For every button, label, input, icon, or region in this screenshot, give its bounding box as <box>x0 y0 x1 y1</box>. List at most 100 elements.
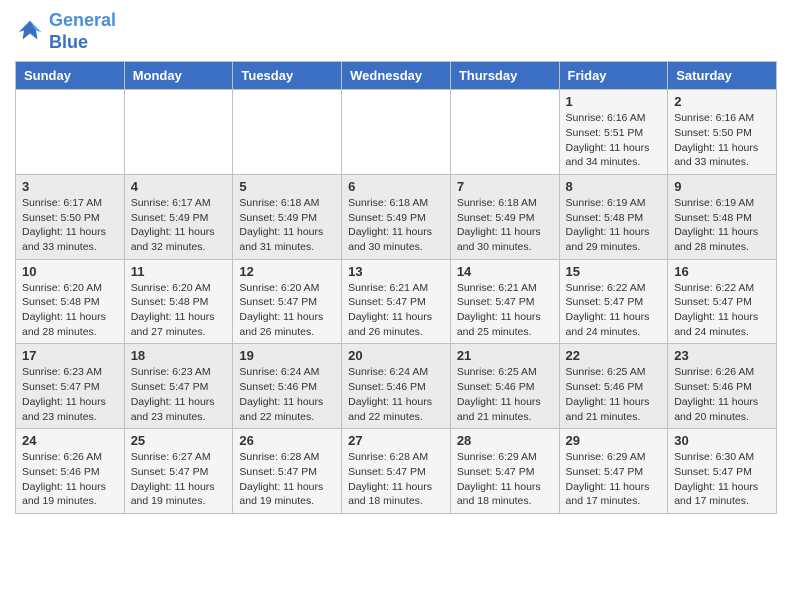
calendar-cell: 1 Sunrise: 6:16 AM Sunset: 5:51 PM Daylig… <box>559 90 668 175</box>
calendar-cell: 15Sunrise: 6:22 AM Sunset: 5:47 PM Dayli… <box>559 259 668 344</box>
logo: General Blue <box>15 10 116 53</box>
calendar-cell: 13 Sunrise: 6:21 AM Sunset: 5:47 PM Dayli… <box>342 259 451 344</box>
day-number: 20 <box>348 348 444 363</box>
calendar-cell: 22 Sunrise: 6:25 AM Sunset: 5:46 PM Dayli… <box>559 344 668 429</box>
calendar-cell: 25 Sunrise: 6:27 AM Sunset: 5:47 PM Dayli… <box>124 429 233 514</box>
calendar-cell: 3 Sunrise: 6:17 AM Sunset: 5:50 PM Daylig… <box>16 174 125 259</box>
day-info: Sunrise: 6:23 AM Sunset: 5:47 PM Dayligh… <box>22 365 118 424</box>
calendar-cell: 21 Sunrise: 6:25 AM Sunset: 5:46 PM Dayli… <box>450 344 559 429</box>
day-info: Sunrise: 6:18 AM Sunset: 5:49 PM Dayligh… <box>239 196 335 255</box>
day-info: Sunrise: 6:30 AM Sunset: 5:47 PM Dayligh… <box>674 450 770 509</box>
day-info: Sunrise: 6:21 AM Sunset: 5:47 PM Dayligh… <box>348 281 444 340</box>
weekday-header-tuesday: Tuesday <box>233 62 342 90</box>
calendar-cell: 28 Sunrise: 6:29 AM Sunset: 5:47 PM Dayli… <box>450 429 559 514</box>
day-info: Sunrise: 6:20 AM Sunset: 5:48 PM Dayligh… <box>22 281 118 340</box>
day-info: Sunrise: 6:23 AM Sunset: 5:47 PM Dayligh… <box>131 365 227 424</box>
calendar-cell: 10 Sunrise: 6:20 AM Sunset: 5:48 PM Dayli… <box>16 259 125 344</box>
day-number: 27 <box>348 433 444 448</box>
day-number: 16 <box>674 264 770 279</box>
day-number: 22 <box>566 348 662 363</box>
day-number: 29 <box>566 433 662 448</box>
day-number: 2 <box>674 94 770 109</box>
day-number: 9 <box>674 179 770 194</box>
page-container: General Blue SundayMondayTuesdayWednesda… <box>0 0 792 524</box>
calendar-week-4: 17 Sunrise: 6:23 AM Sunset: 5:47 PM Dayli… <box>16 344 777 429</box>
day-number: 26 <box>239 433 335 448</box>
calendar-cell: 17 Sunrise: 6:23 AM Sunset: 5:47 PM Dayli… <box>16 344 125 429</box>
logo-icon <box>15 17 45 47</box>
day-number: 10 <box>22 264 118 279</box>
calendar-week-1: 1 Sunrise: 6:16 AM Sunset: 5:51 PM Daylig… <box>16 90 777 175</box>
day-info: Sunrise: 6:17 AM Sunset: 5:50 PM Dayligh… <box>22 196 118 255</box>
calendar-cell: 23 Sunrise: 6:26 AM Sunset: 5:46 PM Dayli… <box>668 344 777 429</box>
calendar-cell: 11Sunrise: 6:20 AM Sunset: 5:48 PM Dayli… <box>124 259 233 344</box>
day-info: Sunrise: 6:28 AM Sunset: 5:47 PM Dayligh… <box>239 450 335 509</box>
calendar-table: SundayMondayTuesdayWednesdayThursdayFrid… <box>15 61 777 514</box>
calendar-cell <box>342 90 451 175</box>
day-info: Sunrise: 6:24 AM Sunset: 5:46 PM Dayligh… <box>348 365 444 424</box>
calendar-week-2: 3 Sunrise: 6:17 AM Sunset: 5:50 PM Daylig… <box>16 174 777 259</box>
day-info: Sunrise: 6:27 AM Sunset: 5:47 PM Dayligh… <box>131 450 227 509</box>
day-info: Sunrise: 6:26 AM Sunset: 5:46 PM Dayligh… <box>22 450 118 509</box>
day-info: Sunrise: 6:18 AM Sunset: 5:49 PM Dayligh… <box>457 196 553 255</box>
day-number: 21 <box>457 348 553 363</box>
calendar-cell: 24 Sunrise: 6:26 AM Sunset: 5:46 PM Dayli… <box>16 429 125 514</box>
weekday-header-row: SundayMondayTuesdayWednesdayThursdayFrid… <box>16 62 777 90</box>
day-number: 1 <box>566 94 662 109</box>
day-info: Sunrise: 6:16 AM Sunset: 5:50 PM Dayligh… <box>674 111 770 170</box>
day-info: Sunrise: 6:26 AM Sunset: 5:46 PM Dayligh… <box>674 365 770 424</box>
day-number: 6 <box>348 179 444 194</box>
day-info: Sunrise: 6:19 AM Sunset: 5:48 PM Dayligh… <box>566 196 662 255</box>
day-number: 23 <box>674 348 770 363</box>
calendar-cell <box>450 90 559 175</box>
weekday-header-friday: Friday <box>559 62 668 90</box>
weekday-header-saturday: Saturday <box>668 62 777 90</box>
calendar-cell: 19Sunrise: 6:24 AM Sunset: 5:46 PM Dayli… <box>233 344 342 429</box>
day-number: 28 <box>457 433 553 448</box>
day-number: 13 <box>348 264 444 279</box>
calendar-cell: 14 Sunrise: 6:21 AM Sunset: 5:47 PM Dayli… <box>450 259 559 344</box>
day-number: 7 <box>457 179 553 194</box>
day-info: Sunrise: 6:25 AM Sunset: 5:46 PM Dayligh… <box>457 365 553 424</box>
day-number: 25 <box>131 433 227 448</box>
day-info: Sunrise: 6:16 AM Sunset: 5:51 PM Dayligh… <box>566 111 662 170</box>
calendar-cell: 6 Sunrise: 6:18 AM Sunset: 5:49 PM Daylig… <box>342 174 451 259</box>
day-number: 14 <box>457 264 553 279</box>
calendar-cell: 12Sunrise: 6:20 AM Sunset: 5:47 PM Dayli… <box>233 259 342 344</box>
calendar-cell: 7 Sunrise: 6:18 AM Sunset: 5:49 PM Daylig… <box>450 174 559 259</box>
calendar-cell: 5 Sunrise: 6:18 AM Sunset: 5:49 PM Daylig… <box>233 174 342 259</box>
day-info: Sunrise: 6:17 AM Sunset: 5:49 PM Dayligh… <box>131 196 227 255</box>
calendar-cell: 26 Sunrise: 6:28 AM Sunset: 5:47 PM Dayli… <box>233 429 342 514</box>
day-number: 5 <box>239 179 335 194</box>
day-number: 17 <box>22 348 118 363</box>
day-info: Sunrise: 6:25 AM Sunset: 5:46 PM Dayligh… <box>566 365 662 424</box>
day-info: Sunrise: 6:20 AM Sunset: 5:47 PM Dayligh… <box>239 281 335 340</box>
day-info: Sunrise: 6:22 AM Sunset: 5:47 PM Dayligh… <box>674 281 770 340</box>
calendar-cell: 4 Sunrise: 6:17 AM Sunset: 5:49 PM Daylig… <box>124 174 233 259</box>
weekday-header-sunday: Sunday <box>16 62 125 90</box>
day-info: Sunrise: 6:18 AM Sunset: 5:49 PM Dayligh… <box>348 196 444 255</box>
calendar-cell: 9 Sunrise: 6:19 AM Sunset: 5:48 PM Daylig… <box>668 174 777 259</box>
calendar-cell: 30Sunrise: 6:30 AM Sunset: 5:47 PM Dayli… <box>668 429 777 514</box>
calendar-cell: 18 Sunrise: 6:23 AM Sunset: 5:47 PM Dayli… <box>124 344 233 429</box>
day-number: 19 <box>239 348 335 363</box>
day-number: 24 <box>22 433 118 448</box>
day-number: 3 <box>22 179 118 194</box>
calendar-cell: 20 Sunrise: 6:24 AM Sunset: 5:46 PM Dayli… <box>342 344 451 429</box>
weekday-header-thursday: Thursday <box>450 62 559 90</box>
day-number: 15 <box>566 264 662 279</box>
day-number: 4 <box>131 179 227 194</box>
calendar-cell <box>124 90 233 175</box>
day-info: Sunrise: 6:19 AM Sunset: 5:48 PM Dayligh… <box>674 196 770 255</box>
day-info: Sunrise: 6:20 AM Sunset: 5:48 PM Dayligh… <box>131 281 227 340</box>
calendar-week-5: 24 Sunrise: 6:26 AM Sunset: 5:46 PM Dayli… <box>16 429 777 514</box>
calendar-cell <box>16 90 125 175</box>
calendar-cell: 29 Sunrise: 6:29 AM Sunset: 5:47 PM Dayli… <box>559 429 668 514</box>
day-number: 18 <box>131 348 227 363</box>
logo-text: General Blue <box>49 10 116 53</box>
day-number: 8 <box>566 179 662 194</box>
day-info: Sunrise: 6:21 AM Sunset: 5:47 PM Dayligh… <box>457 281 553 340</box>
day-info: Sunrise: 6:29 AM Sunset: 5:47 PM Dayligh… <box>566 450 662 509</box>
day-info: Sunrise: 6:29 AM Sunset: 5:47 PM Dayligh… <box>457 450 553 509</box>
weekday-header-monday: Monday <box>124 62 233 90</box>
